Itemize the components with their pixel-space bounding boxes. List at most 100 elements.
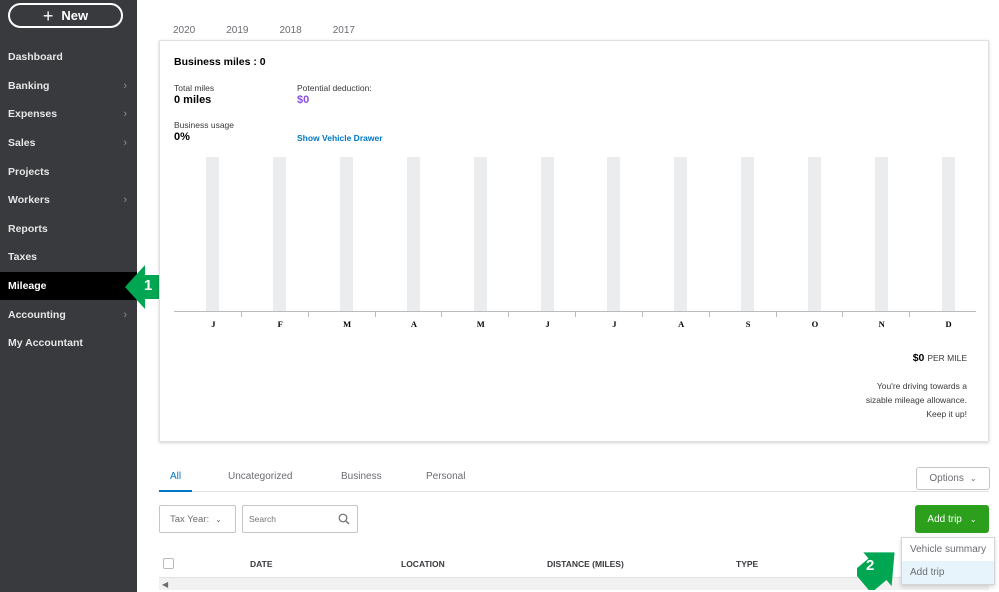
year-tab-2018[interactable]: 2018 [280,25,302,36]
left-sidebar: + New Dashboard Banking › Expenses › Sales › Pr… [0,0,137,592]
chart-tick [641,312,643,317]
chart-month-label: J [612,319,617,329]
chart-month-label: S [745,319,751,329]
encouragement-text: You're driving towards a sizable mileage … [837,379,967,421]
chart-bar [807,157,821,311]
sidebar-item-expenses[interactable]: Expenses › [0,100,137,129]
chevron-down-icon: ⌄ [969,514,977,524]
chart-month-label: A [678,319,685,329]
chart-month-label: J [545,319,550,329]
chart-bar [874,157,888,311]
sidebar-item-label: Reports [8,222,48,235]
deduction-value: $0 [297,94,310,106]
encouragement-line: sizable mileage allowance. [865,395,967,405]
tax-year-label: Tax Year: [170,513,210,525]
tab-business[interactable]: Business [341,471,382,482]
chart-month-label: O [811,319,819,329]
chevron-right-icon: › [123,308,127,321]
chart-bar [741,157,755,311]
sidebar-item-banking[interactable]: Banking › [0,72,137,101]
sidebar-item-label: Workers [8,194,50,207]
column-distance[interactable]: DISTANCE (MILES) [547,559,624,569]
tab-all[interactable]: All [170,471,181,482]
chart-tick [708,312,710,317]
show-vehicle-drawer-link[interactable]: Show Vehicle Drawer [297,133,383,143]
sidebar-item-label: Expenses [8,108,58,121]
column-date[interactable]: DATE [250,559,273,569]
chart-bar [674,157,688,311]
add-trip-dropdown: Vehicle summary Add trip [901,537,995,585]
column-location[interactable]: LOCATION [401,559,445,569]
sidebar-item-my-accountant[interactable]: My Accountant [0,329,137,358]
chart-month-label: D [945,319,952,329]
menu-item-add-trip[interactable]: Add trip [902,561,994,584]
chart-tick [575,312,576,317]
menu-item-vehicle-summary[interactable]: Vehicle summary [902,538,994,561]
chart-bar [540,157,554,311]
new-button[interactable]: + New [8,3,123,28]
sidebar-item-label: Mileage [8,280,47,293]
chart-bar [406,157,420,311]
chart-month-label: A [410,319,417,329]
usage-label: Business usage [174,120,235,130]
sidebar-item-label: My Accountant [8,337,83,350]
rate-per-mile: $0 PER MILE [913,352,967,364]
chart-tick [842,312,844,317]
add-trip-button[interactable]: Add trip ⌄ [915,505,989,533]
year-tab-2019[interactable]: 2019 [226,25,248,36]
chart-month-label: F [277,319,283,329]
rate-unit: PER MILE [927,353,967,363]
sidebar-item-label: Projects [8,165,50,178]
chart-tick [508,312,510,317]
active-tab-underline [159,490,192,492]
scroll-left-icon[interactable]: ◀ [162,580,168,589]
sidebar-item-label: Banking [8,79,50,92]
chart-month-label: N [878,319,885,329]
search-icon [338,513,350,525]
sidebar-item-projects[interactable]: Projects [0,157,137,186]
options-button[interactable]: Options ⌄ [916,467,990,490]
chart-bar [941,157,955,311]
tab-uncategorized[interactable]: Uncategorized [228,471,292,482]
chevron-right-icon: › [123,137,127,150]
chart-bar [340,157,354,311]
year-tabs: 2020 2019 2018 2017 [173,25,386,36]
callout-step-2: 2 [857,546,901,590]
chart-tick [374,312,376,317]
sidebar-item-accounting[interactable]: Accounting › [0,300,137,329]
year-tab-2017[interactable]: 2017 [333,25,355,36]
chart-month-label: M [476,319,485,329]
sidebar-item-workers[interactable]: Workers › [0,186,137,215]
sidebar-item-sales[interactable]: Sales › [0,129,137,158]
deduction-label: Potential deduction: [297,83,372,93]
options-label: Options [929,473,964,484]
rate-value: $0 [912,352,925,364]
total-miles-label: Total miles [174,83,215,93]
year-tab-2020[interactable]: 2020 [173,25,195,36]
card-title: Business miles : 0 [174,56,266,68]
sidebar-item-reports[interactable]: Reports [0,215,137,244]
chevron-down-icon: ⌄ [215,514,222,524]
sidebar-nav: Dashboard Banking › Expenses › Sales › Projects… [0,43,137,358]
tax-year-select[interactable]: Tax Year: ⌄ [159,505,236,533]
sidebar-item-taxes[interactable]: Taxes [0,243,137,272]
chart-tick [909,312,911,317]
trip-filter-tabs: All Uncategorized Business Personal [159,466,989,492]
tab-personal[interactable]: Personal [426,471,465,482]
add-trip-label: Add trip [927,513,962,525]
chevron-right-icon: › [123,194,127,207]
chevron-right-icon: › [123,108,127,121]
column-type[interactable]: TYPE [736,559,758,569]
chevron-right-icon: › [123,79,127,92]
sidebar-item-mileage[interactable]: Mileage [0,271,137,301]
sidebar-item-label: Sales [8,137,36,150]
plus-icon: + [42,5,54,26]
sidebar-item-dashboard[interactable]: Dashboard [0,43,137,72]
total-miles-value: 0 miles [174,94,212,106]
select-all-checkbox[interactable] [163,558,174,569]
encouragement-line: Keep it up! [926,409,967,419]
chevron-down-icon: ⌄ [969,474,977,483]
chart-tick [240,312,242,317]
callout-number-1: 1 [144,277,153,294]
chart-bar [607,157,621,311]
